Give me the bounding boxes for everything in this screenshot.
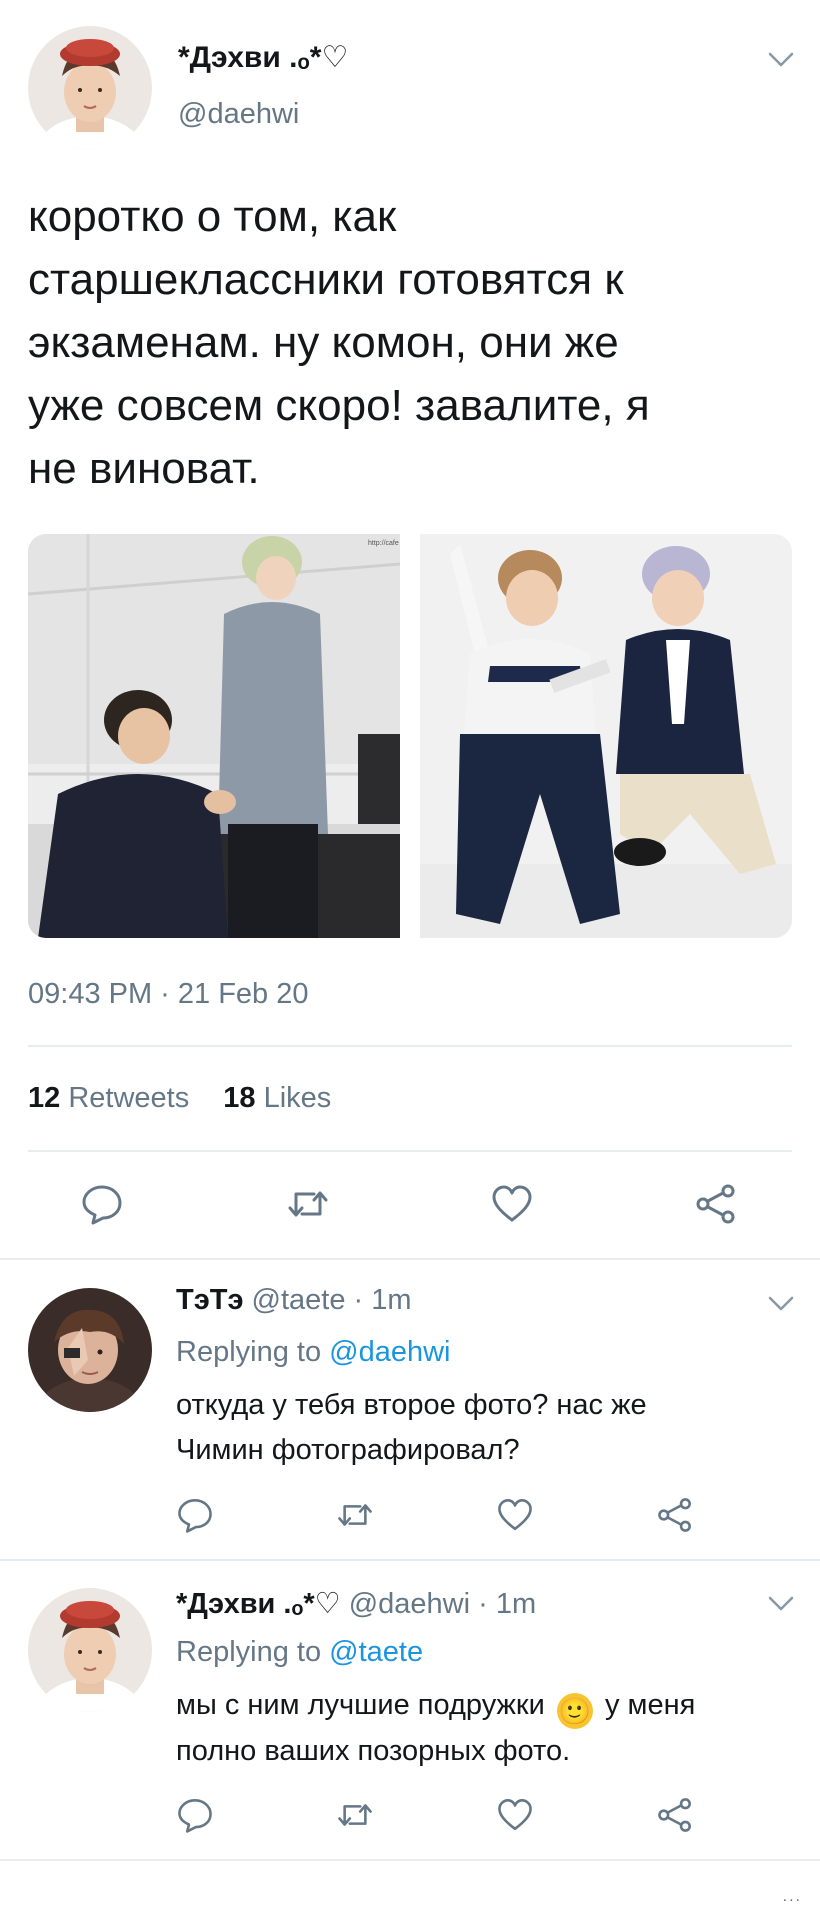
author-avatar[interactable]: [28, 26, 152, 150]
share-icon[interactable]: [656, 1496, 694, 1534]
divider: [0, 1559, 820, 1561]
retweets-stat[interactable]: 12 Retweets: [28, 1082, 197, 1114]
replying-to: Replying to @daehwi: [176, 1336, 451, 1369]
reply-text-line: мы с ним лучшие подружки 🙂 у меня: [176, 1683, 796, 1729]
reply-handle-time[interactable]: @daehwi · 1m: [349, 1588, 536, 1620]
divider: [0, 1258, 820, 1260]
replying-to-link[interactable]: @daehwi: [329, 1336, 450, 1368]
author-display-name[interactable]: *Дэхви .ₒ*♡: [178, 40, 348, 75]
replying-to-prefix: Replying to: [176, 1636, 322, 1668]
reply-text: мы с ним лучшие подружки 🙂 у меня полно …: [176, 1683, 796, 1774]
reply-text-segment: мы с ним лучшие подружки: [176, 1689, 545, 1721]
tweet-photo-1[interactable]: http://cafe: [28, 534, 400, 938]
retweet-icon[interactable]: [336, 1496, 374, 1534]
replying-to: Replying to @taete: [176, 1636, 423, 1669]
tweet-text: коротко о том, как старшеклассники готов…: [28, 185, 798, 500]
divider: [0, 1859, 820, 1861]
tweet-text-line: экзаменам. ну комон, они же: [28, 318, 619, 367]
like-icon[interactable]: [496, 1496, 534, 1534]
replying-to-link[interactable]: @taete: [329, 1636, 423, 1668]
retweets-label: Retweets: [68, 1082, 190, 1114]
tweet-photo-2[interactable]: [420, 534, 792, 938]
reply-display-name[interactable]: ТэТэ: [176, 1284, 243, 1316]
likes-count: 18: [223, 1082, 256, 1114]
reply-text-line: полно ваших позорных фото.: [176, 1735, 571, 1767]
reply-avatar[interactable]: [28, 1288, 152, 1412]
like-icon[interactable]: [496, 1796, 534, 1834]
divider: [28, 1045, 792, 1047]
divider: [28, 1150, 792, 1152]
reply-text-line: Чимин фотографировал?: [176, 1434, 520, 1466]
tweet-text-line: коротко о том, как: [28, 192, 397, 241]
photo-watermark: http://cafe: [368, 540, 399, 547]
reply-text-line: откуда у тебя второе фото? нас же: [176, 1389, 647, 1421]
like-icon[interactable]: [490, 1182, 534, 1226]
retweets-count: 12: [28, 1082, 61, 1114]
author-handle[interactable]: @daehwi: [178, 98, 299, 131]
reply-display-name[interactable]: *Дэхви .ₒ*♡: [176, 1588, 341, 1620]
more-ellipsis[interactable]: ...: [783, 1888, 802, 1906]
retweet-icon[interactable]: [336, 1796, 374, 1834]
reply-icon[interactable]: [176, 1496, 214, 1534]
tweet-text-line: уже совсем скоро! завалите, я: [28, 381, 650, 430]
reply-icon[interactable]: [80, 1182, 124, 1226]
reply-handle-time[interactable]: @taete · 1m: [252, 1284, 412, 1316]
chevron-down-icon[interactable]: [768, 52, 794, 68]
replying-to-prefix: Replying to: [176, 1336, 322, 1368]
reply-header: *Дэхви .ₒ*♡ @daehwi · 1m: [176, 1586, 536, 1621]
chevron-down-icon[interactable]: [768, 1296, 794, 1312]
tweet-text-line: не виноват.: [28, 444, 260, 493]
share-icon[interactable]: [694, 1182, 738, 1226]
tweet-stats: 12 Retweets 18 Likes: [28, 1082, 331, 1115]
smiley-emoji-icon: 🙂: [556, 1693, 593, 1729]
retweet-icon[interactable]: [286, 1182, 330, 1226]
reply-icon[interactable]: [176, 1796, 214, 1834]
reply-avatar[interactable]: [28, 1588, 152, 1712]
reply-header: ТэТэ @taete · 1m: [176, 1284, 412, 1317]
tweet-timestamp[interactable]: 09:43 PM · 21 Feb 20: [28, 978, 309, 1011]
chevron-down-icon[interactable]: [768, 1596, 794, 1612]
tweet-text-line: старшеклассники готовятся к: [28, 255, 624, 304]
likes-stat[interactable]: 18 Likes: [223, 1082, 331, 1114]
reply-text: откуда у тебя второе фото? нас же Чимин …: [176, 1383, 647, 1473]
likes-label: Likes: [263, 1082, 332, 1114]
reply-text-segment: у меня: [604, 1689, 696, 1721]
share-icon[interactable]: [656, 1796, 694, 1834]
